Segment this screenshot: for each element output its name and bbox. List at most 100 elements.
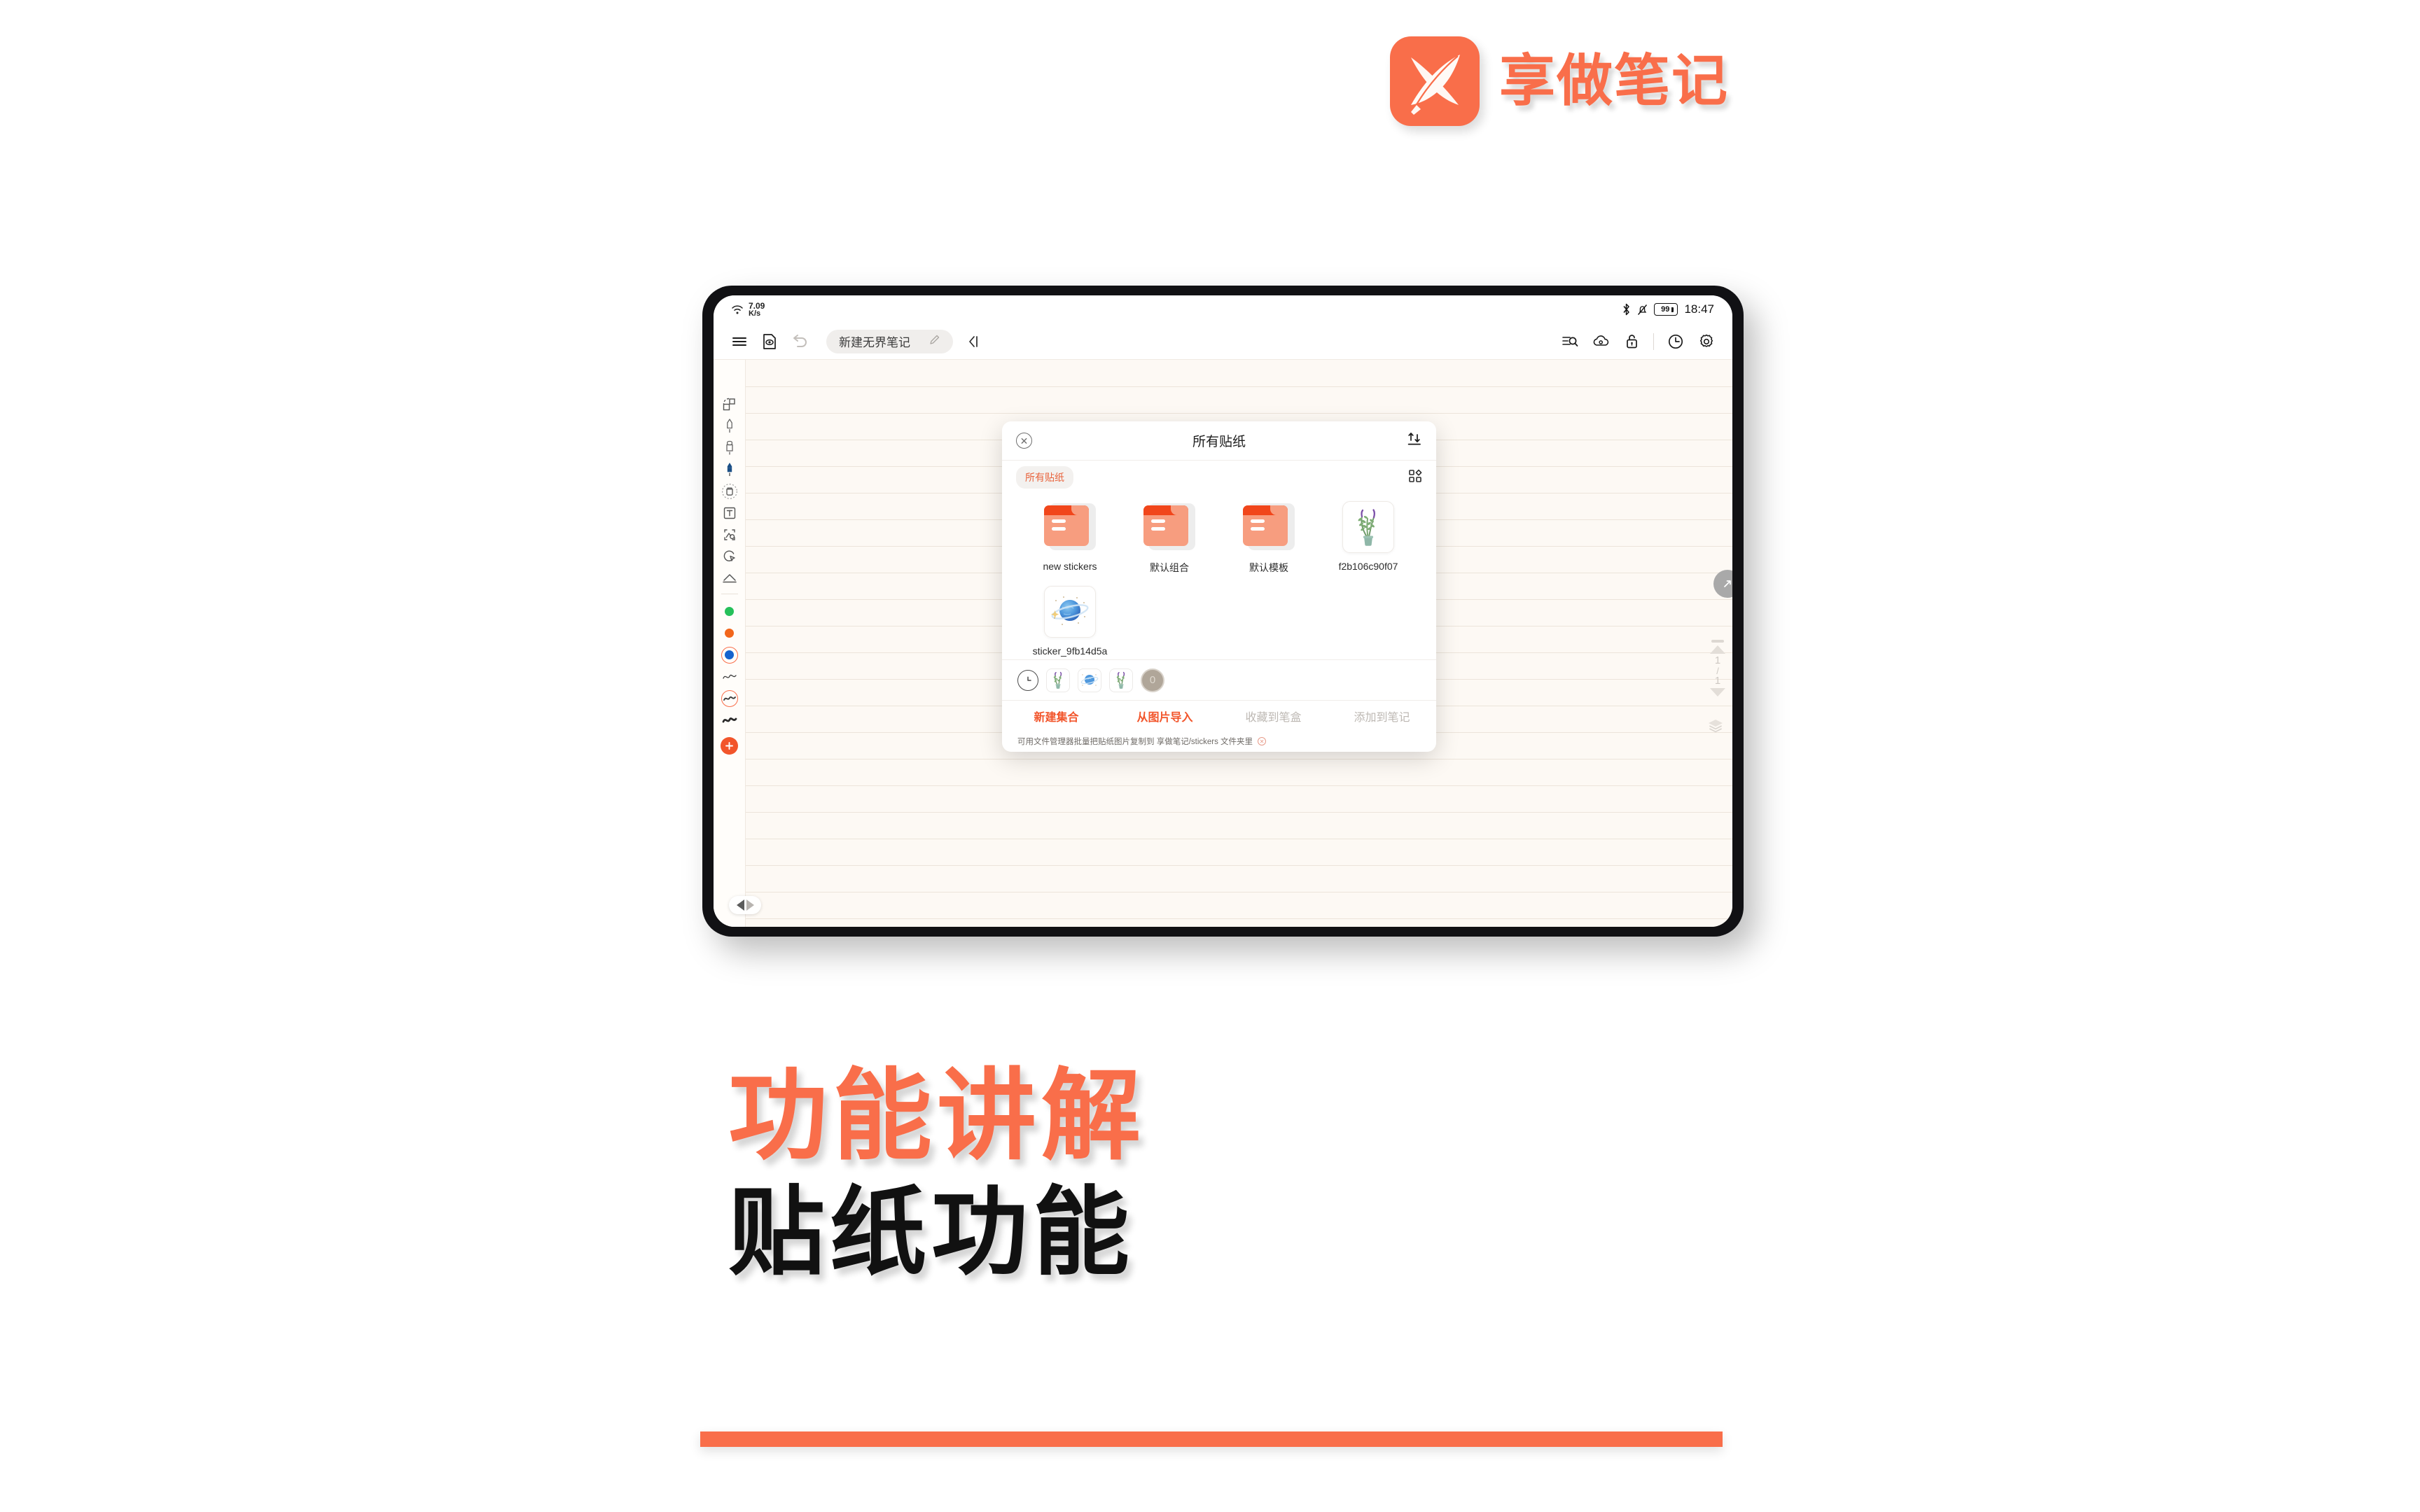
status-time: 18:47 — [1684, 302, 1714, 316]
sticker-caption: sticker_9fb14d5a — [1032, 645, 1108, 657]
wifi-icon — [732, 304, 743, 314]
page-total: 1 — [1714, 674, 1721, 687]
bell-muted-icon — [1638, 304, 1648, 315]
lavender-plant-sticker[interactable] — [1046, 668, 1070, 692]
clock-history-icon[interactable] — [1667, 332, 1685, 351]
lasso-select-icon[interactable] — [718, 545, 742, 567]
image-insert-icon[interactable] — [718, 524, 742, 545]
sticker-item[interactable]: f2b106c90f07 — [1319, 501, 1418, 575]
triangle-right-icon[interactable] — [746, 899, 754, 911]
color-swatch-orange[interactable] — [718, 622, 742, 644]
brand-name: 享做笔记 — [1499, 50, 1729, 112]
save-to-pen-box-button[interactable]: 收藏到笔盒 — [1219, 708, 1328, 724]
dialog-hint: 可用文件管理器批量把贴纸图片复制到 享做笔记/stickers 文件夹里 ✕ — [1002, 731, 1436, 752]
lavender-plant-sticker[interactable] — [1109, 668, 1133, 692]
hamburger-menu-icon[interactable] — [730, 332, 749, 351]
folder-icon — [1044, 501, 1096, 553]
close-circle-icon[interactable]: ✕ — [1016, 433, 1032, 449]
shape-select-icon[interactable] — [718, 393, 742, 415]
headline-line-1: 功能讲解 — [728, 1060, 1146, 1172]
dialog-header: ✕ 所有贴纸 — [1002, 421, 1436, 461]
marker-icon[interactable] — [718, 437, 742, 458]
poster-page: 享做笔记 7.09 K/s 99 18:47 新建无界笔记 1 / 1 ✕ 所有… — [0, 0, 2420, 1512]
fountain-pen-icon[interactable] — [718, 458, 742, 480]
brand-header: 享做笔记 — [1390, 36, 1729, 126]
new-collection-button[interactable]: 新建集合 — [1002, 708, 1111, 724]
planet-globe-sticker — [1044, 586, 1096, 638]
toolbar-divider — [1653, 332, 1654, 350]
headline-block: 功能讲解 贴纸功能 — [728, 1060, 1146, 1287]
sticker-caption: f2b106c90f07 — [1338, 561, 1398, 572]
sticker-item[interactable]: new stickers — [1020, 501, 1120, 575]
sticker-dialog: ✕ 所有贴纸 所有贴纸 new stickers 默认组合 默认模板 f2b10… — [1002, 421, 1436, 752]
close-small-icon[interactable]: ✕ — [1258, 737, 1267, 746]
triangle-up-icon[interactable] — [1710, 645, 1725, 654]
pen-icon[interactable] — [718, 415, 742, 437]
undo-arrow-icon[interactable] — [791, 332, 809, 351]
chevron-left-bar-icon[interactable] — [965, 332, 983, 351]
sticker-item[interactable]: 默认组合 — [1120, 501, 1219, 575]
app-logo — [1390, 36, 1480, 126]
sticker-caption: new stickers — [1043, 561, 1097, 572]
hint-text: 可用文件管理器批量把贴纸图片复制到 享做笔记/stickers 文件夹里 — [1017, 738, 1253, 746]
dialog-title: 所有贴纸 — [1192, 435, 1246, 449]
sticker-caption: 默认模板 — [1249, 562, 1288, 573]
pencil-edit-icon[interactable] — [929, 334, 940, 349]
folder-icon — [1243, 501, 1295, 553]
sticker-item[interactable]: 默认模板 — [1219, 501, 1319, 575]
triangle-down-icon[interactable] — [1710, 687, 1725, 696]
add-to-note-button[interactable]: 添加到笔记 — [1328, 708, 1436, 724]
add-tool-button[interactable] — [721, 737, 738, 755]
sticker-item[interactable]: sticker_9fb14d5a — [1020, 586, 1120, 657]
page-navigator[interactable]: 1 / 1 — [1710, 640, 1725, 696]
page-handle[interactable] — [1711, 640, 1724, 643]
sticker-grid: new stickers 默认组合 默认模板 f2b106c90f07 stic… — [1020, 501, 1418, 657]
footer-accent-bar — [700, 1432, 1723, 1447]
tool-rail[interactable] — [714, 360, 746, 927]
import-from-image-button[interactable]: 从图片导入 — [1111, 708, 1219, 724]
eraser-icon[interactable] — [718, 480, 742, 502]
document-title: 新建无界笔记 — [839, 336, 910, 349]
net-speed-unit: K/s — [749, 309, 761, 318]
lock-icon[interactable] — [1622, 332, 1641, 351]
lavender-plant-sticker — [1342, 501, 1394, 553]
sticker-grid-body: new stickers 默认组合 默认模板 f2b106c90f07 stic… — [1002, 494, 1436, 659]
headline-line-2: 贴纸功能 — [728, 1179, 1135, 1287]
page-separator: / — [1716, 665, 1719, 676]
tablet-screen: 7.09 K/s 99 18:47 新建无界笔记 1 / 1 ✕ 所有贴纸 所有… — [714, 295, 1732, 927]
planet-globe-sticker[interactable] — [1078, 668, 1101, 692]
feather-swoosh-icon — [1411, 55, 1460, 115]
document-title-pill[interactable]: 新建无界笔记 — [826, 329, 953, 354]
text-box-icon[interactable] — [718, 502, 742, 524]
cloud-sync-icon[interactable] — [1592, 332, 1610, 351]
status-bar: 7.09 K/s 99 18:47 — [714, 295, 1732, 323]
network-speed: 7.09 K/s — [749, 302, 765, 318]
color-swatch-green[interactable] — [718, 601, 742, 622]
clock-recent-icon[interactable] — [1017, 669, 1038, 691]
placeholder-sticker[interactable]: 0 — [1141, 668, 1164, 692]
dialog-actions: 新建集合 从图片导入 收藏到笔盒 添加到笔记 — [1002, 700, 1436, 731]
gear-icon[interactable] — [1697, 332, 1716, 351]
triangle-left-icon[interactable] — [736, 899, 744, 911]
folder-icon — [1143, 501, 1195, 553]
stroke-medium-icon[interactable] — [718, 687, 742, 709]
stroke-thin-icon[interactable] — [718, 666, 742, 687]
sticker-caption: 默认组合 — [1150, 562, 1189, 573]
canvas-nav-pill[interactable] — [729, 896, 761, 914]
shape-triangle-icon[interactable] — [718, 567, 742, 589]
page-current: 1 — [1714, 654, 1721, 666]
bluetooth-icon — [1623, 303, 1630, 316]
document-eye-icon[interactable] — [760, 332, 779, 351]
layers-icon[interactable] — [1707, 718, 1724, 737]
grid-view-icon[interactable] — [1408, 469, 1422, 486]
import-export-arrows-icon[interactable] — [1407, 431, 1422, 450]
app-toolbar: 新建无界笔记 — [714, 323, 1732, 360]
dialog-tabs: 所有贴纸 — [1002, 461, 1436, 494]
battery-indicator: 99 — [1654, 303, 1678, 316]
recent-stickers-bar: 0 — [1002, 659, 1436, 700]
stroke-thick-icon[interactable] — [718, 709, 742, 731]
note-canvas[interactable]: 1 / 1 ✕ 所有贴纸 所有贴纸 new stickers 默认组合 默认模板… — [714, 360, 1732, 927]
list-search-icon[interactable] — [1561, 332, 1579, 351]
tab-all-stickers[interactable]: 所有贴纸 — [1016, 466, 1073, 489]
color-swatch-blue[interactable] — [718, 644, 742, 666]
